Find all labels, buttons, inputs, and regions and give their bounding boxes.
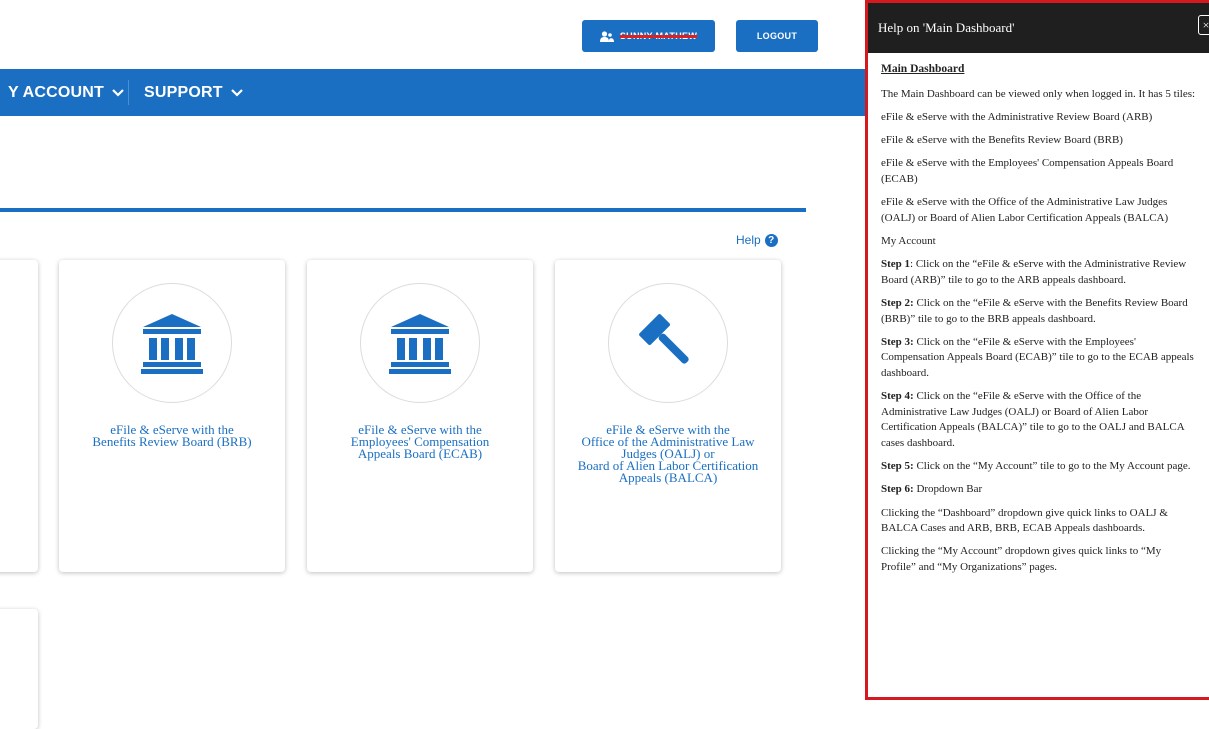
help-step-text: Dropdown Bar (913, 483, 983, 496)
help-intro: The Main Dashboard can be viewed only wh… (881, 87, 1196, 100)
help-tile-item: eFile & eServe with the Administrative R… (881, 110, 1153, 123)
tile-icon-circle (112, 283, 232, 403)
building-icon (389, 314, 451, 374)
tile-ecab[interactable]: eFile & eServe with the Employees' Compe… (307, 260, 533, 572)
nav-support[interactable]: SUPPORT (144, 69, 243, 116)
user-name: SUNNY MATHEW (619, 31, 698, 41)
section-divider (0, 208, 806, 212)
tile-label-line: Appeals (BALCA) (618, 470, 718, 485)
help-link[interactable]: Help ? (736, 233, 778, 247)
help-panel-body: Main Dashboard The Main Dashboard can be… (868, 53, 1209, 575)
help-step: Step 2: Click on the “eFile & eServe wit… (881, 296, 1197, 327)
help-step-label: Step 2: (881, 297, 914, 310)
help-step-text: Click on the “eFile & eServe with the Em… (881, 335, 1194, 379)
tile-icon-circle (608, 283, 728, 403)
help-panel: Help on 'Main Dashboard' × Main Dashboar… (865, 0, 1209, 700)
tile-label[interactable]: eFile & eServe with the Office of the Ad… (563, 423, 773, 485)
help-step-label: Step 3: (881, 335, 914, 348)
help-step: Step 6: Dropdown Bar (881, 482, 1197, 498)
chevron-down-icon (112, 88, 124, 97)
main-nav-bar: Y ACCOUNT SUPPORT (0, 69, 865, 116)
chevron-down-icon (230, 88, 243, 97)
help-step-label: Step 5: (881, 459, 914, 472)
help-tile-item: eFile & eServe with the Benefits Review … (881, 134, 1123, 147)
tile-partial-bottom[interactable] (0, 609, 38, 729)
nav-my-account[interactable]: Y ACCOUNT (8, 69, 124, 116)
user-profile-button[interactable]: SUNNY MATHEW (582, 20, 715, 52)
help-tile-item: eFile & eServe with the Employees' Compe… (881, 157, 1174, 185)
user-group-icon (599, 30, 614, 42)
help-tile-item: eFile & eServe with the Office of the Ad… (881, 196, 1169, 224)
tile-label[interactable]: eFile & eServe with the Benefits Review … (67, 423, 277, 449)
help-tile-item: My Account (881, 234, 936, 247)
tile-label-line: Appeals Board (ECAB) (357, 446, 483, 461)
help-step-text: Click on the “My Account” tile to go to … (913, 459, 1191, 472)
help-step-label: Step 1 (881, 258, 911, 271)
building-icon (141, 314, 203, 374)
help-panel-header: Help on 'Main Dashboard' × (868, 3, 1209, 53)
nav-separator (128, 80, 129, 105)
nav-support-label: SUPPORT (144, 83, 223, 101)
tile-label[interactable]: eFile & eServe with the Employees' Compe… (315, 423, 525, 461)
help-step: Step 5: Click on the “My Account” tile t… (881, 459, 1197, 475)
tile-label-line: Benefits Review Board (BRB) (92, 434, 252, 449)
tile-brb[interactable]: eFile & eServe with the Benefits Review … (59, 260, 285, 572)
help-section-title: Main Dashboard (881, 63, 965, 75)
tile-partial-left[interactable] (0, 260, 38, 572)
tile-oalj-balca[interactable]: eFile & eServe with the Office of the Ad… (555, 260, 781, 572)
logout-button[interactable]: LOGOUT (736, 20, 818, 52)
help-step: Step 3: Click on the “eFile & eServe wit… (881, 335, 1197, 382)
gavel-icon (639, 314, 689, 364)
help-dropdown-note: Clicking the “Dashboard” dropdown give q… (881, 506, 1168, 535)
nav-my-account-label: Y ACCOUNT (8, 83, 105, 101)
help-panel-title: Help on 'Main Dashboard' (878, 20, 1015, 35)
help-dropdown-note: Clicking the “My Account” dropdown gives… (881, 545, 1162, 573)
help-step: Step 4: Click on the “eFile & eServe wit… (881, 389, 1197, 451)
help-step-text: : Click on the “eFile & eServe with the … (881, 258, 1187, 286)
help-step-text: Click on the “eFile & eServe with the Of… (881, 390, 1185, 449)
help-link-label: Help (736, 233, 761, 247)
help-step-label: Step 6: (881, 483, 914, 496)
help-step: Step 1: Click on the “eFile & eServe wit… (881, 257, 1197, 288)
help-step-label: Step 4: (881, 390, 914, 403)
help-step-text: Click on the “eFile & eServe with the Be… (881, 297, 1188, 325)
tile-icon-circle (360, 283, 480, 403)
question-circle-icon: ? (764, 233, 778, 247)
close-icon[interactable]: × (1198, 15, 1209, 35)
